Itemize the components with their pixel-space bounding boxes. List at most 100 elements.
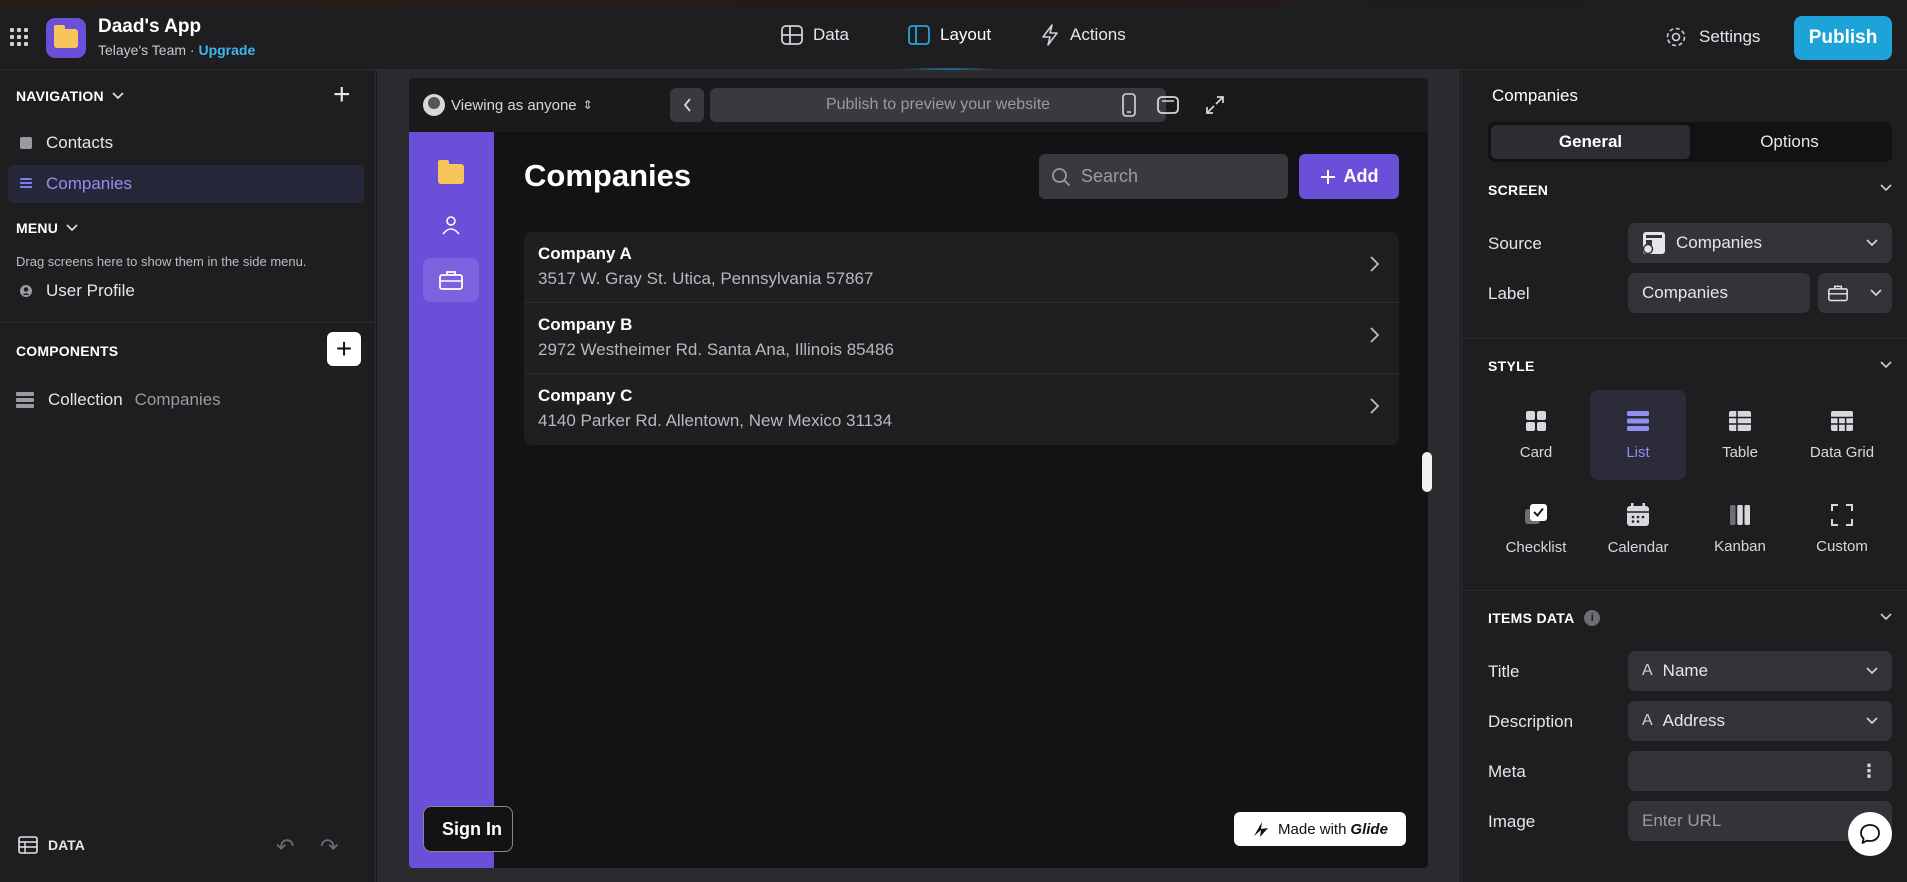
- expand-icon[interactable]: [1205, 95, 1225, 115]
- info-icon[interactable]: i: [1584, 610, 1601, 626]
- style-kanban[interactable]: Kanban: [1692, 484, 1788, 574]
- chevron-down-icon[interactable]: [1880, 184, 1892, 192]
- sidebar-item-contacts[interactable]: Contacts: [8, 124, 364, 162]
- list-item-title: Company C: [538, 386, 633, 405]
- phone-icon[interactable]: [1122, 93, 1136, 117]
- tab-data-label: Data: [813, 25, 849, 44]
- plus-icon: [1320, 169, 1335, 184]
- app-icon[interactable]: [46, 18, 86, 58]
- style-label: Calendar: [1607, 538, 1669, 556]
- text-type-icon: A: [1642, 662, 1653, 679]
- resize-handle[interactable]: [1422, 452, 1432, 492]
- chevron-down-icon[interactable]: [1880, 613, 1892, 621]
- style-checklist[interactable]: Checklist: [1488, 484, 1584, 574]
- custom-style-icon: [1831, 503, 1853, 526]
- tab-general[interactable]: General: [1491, 125, 1690, 159]
- back-button[interactable]: [670, 88, 704, 122]
- tablet-icon[interactable]: [1157, 96, 1179, 114]
- style-label: List: [1626, 443, 1650, 461]
- apps-grid-icon[interactable]: [10, 28, 28, 46]
- data-toggle[interactable]: DATA: [18, 836, 85, 854]
- style-card[interactable]: Card: [1488, 390, 1584, 480]
- panel-tabs: General Options: [1488, 122, 1892, 162]
- app-name[interactable]: Daad's App: [98, 16, 201, 38]
- tab-options[interactable]: Options: [1690, 125, 1889, 159]
- style-label: Checklist: [1505, 538, 1567, 556]
- chevron-right-icon: [1370, 398, 1379, 414]
- user-icon: [20, 285, 32, 297]
- search-icon: [1052, 167, 1071, 186]
- add-screen-button[interactable]: +: [333, 80, 351, 110]
- navigation-header[interactable]: NAVIGATION: [16, 88, 124, 104]
- list-item[interactable]: Company A 3517 W. Gray St. Utica, Pennsy…: [524, 232, 1399, 303]
- style-label: Table: [1722, 443, 1758, 461]
- image-field-label: Image: [1488, 812, 1536, 831]
- chat-support-button[interactable]: [1848, 812, 1892, 856]
- publish-button[interactable]: Publish: [1794, 16, 1892, 60]
- image-url-placeholder: Enter URL: [1642, 811, 1722, 830]
- chevron-right-icon: [1370, 256, 1379, 272]
- checklist-style-icon: [1525, 503, 1547, 524]
- glide-brand: Glide: [1350, 820, 1388, 838]
- items-data-header[interactable]: ITEMS DATA i: [1488, 610, 1601, 626]
- calendar-style-icon: [1627, 502, 1649, 526]
- meta-select[interactable]: ⋮: [1628, 751, 1892, 791]
- undo-icon[interactable]: ↶: [276, 834, 294, 860]
- menu-hint: Drag screens here to show them in the si…: [16, 254, 307, 269]
- viewing-as-selector[interactable]: Viewing as anyone ⇕: [423, 94, 593, 116]
- tab-actions[interactable]: Actions: [1040, 0, 1126, 70]
- source-select[interactable]: Companies: [1628, 223, 1892, 263]
- icon-picker[interactable]: [1818, 273, 1892, 313]
- sidebar-item-companies[interactable]: Companies: [8, 165, 364, 203]
- menu-header[interactable]: MENU: [16, 220, 78, 236]
- chevron-down-icon[interactable]: [1880, 361, 1892, 369]
- list-item[interactable]: Company C 4140 Parker Rd. Allentown, New…: [524, 374, 1399, 445]
- briefcase-icon[interactable]: [423, 258, 479, 302]
- settings-button[interactable]: Settings: [1665, 26, 1760, 48]
- list-item[interactable]: Company B 2972 Westheimer Rd. Santa Ana,…: [524, 303, 1399, 374]
- divider: [1462, 590, 1907, 591]
- title-field-label: Title: [1488, 662, 1520, 681]
- components-title: COMPONENTS: [16, 343, 119, 359]
- component-collection[interactable]: Collection Companies: [16, 390, 221, 410]
- made-with-glide-badge[interactable]: Made with Glide: [1234, 812, 1406, 846]
- style-section-title[interactable]: STYLE: [1488, 358, 1535, 374]
- person-icon[interactable]: [423, 203, 479, 247]
- tab-layout[interactable]: Layout: [898, 0, 1002, 70]
- tab-data[interactable]: Data: [781, 0, 849, 70]
- page-title: Companies: [524, 158, 692, 193]
- style-label: Kanban: [1714, 537, 1766, 555]
- style-calendar[interactable]: Calendar: [1590, 484, 1686, 574]
- redo-icon[interactable]: ↷: [320, 834, 338, 860]
- chevron-down-icon: [1866, 239, 1878, 247]
- team-separator: ·: [189, 42, 195, 58]
- source-label: Source: [1488, 234, 1542, 253]
- search-input[interactable]: Search: [1039, 154, 1288, 199]
- preview-url-bar[interactable]: Publish to preview your website: [710, 88, 1166, 122]
- title-select[interactable]: A Name: [1628, 651, 1892, 691]
- sidebar-item-user-profile[interactable]: User Profile: [8, 272, 364, 310]
- search-placeholder: Search: [1081, 166, 1139, 186]
- style-table[interactable]: Table: [1692, 390, 1788, 480]
- upgrade-link[interactable]: Upgrade: [198, 42, 255, 58]
- screen-icon: [20, 137, 32, 149]
- app-logo-icon[interactable]: [423, 152, 479, 196]
- items-data-title: ITEMS DATA: [1488, 610, 1575, 626]
- screen-section-title[interactable]: SCREEN: [1488, 182, 1548, 198]
- description-select[interactable]: A Address: [1628, 701, 1892, 741]
- more-vertical-icon[interactable]: ⋮: [1860, 761, 1878, 782]
- add-component-button[interactable]: +: [327, 332, 361, 366]
- avatar: [423, 94, 445, 116]
- label-input[interactable]: Companies: [1628, 273, 1810, 313]
- style-custom[interactable]: Custom: [1794, 484, 1890, 574]
- card-style-icon: [1526, 410, 1546, 431]
- collection-icon: [16, 392, 34, 408]
- team-name[interactable]: Telaye's Team: [98, 42, 186, 58]
- sidebar-item-label: Contacts: [46, 133, 114, 152]
- style-data-grid[interactable]: Data Grid: [1794, 390, 1890, 480]
- label-label: Label: [1488, 284, 1530, 303]
- table-icon: [18, 836, 38, 854]
- style-list[interactable]: List: [1590, 390, 1686, 480]
- sign-in-button[interactable]: Sign In: [423, 806, 513, 852]
- add-button[interactable]: Add: [1299, 154, 1399, 199]
